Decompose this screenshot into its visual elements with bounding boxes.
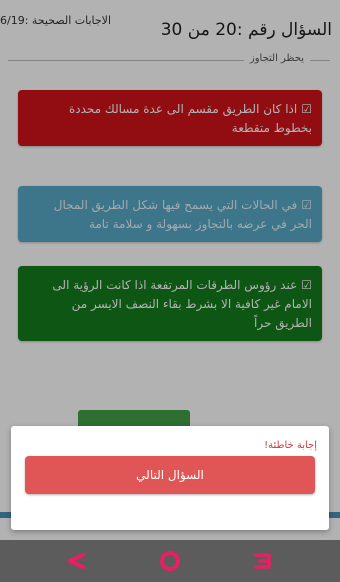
back-icon[interactable] (65, 551, 87, 575)
result-dialog: إجابة خاطئة! السؤال التالي (11, 426, 329, 530)
next-question-button[interactable]: السؤال التالي (25, 456, 315, 494)
quiz-screen: الاجابات الصحيحة :6/19 السؤال رقم :20 من… (0, 0, 340, 582)
recent-apps-icon[interactable] (252, 551, 274, 575)
home-icon[interactable] (158, 550, 182, 576)
wrong-answer-message: إجابة خاطئة! (264, 440, 317, 451)
system-navigation-bar (0, 540, 340, 582)
